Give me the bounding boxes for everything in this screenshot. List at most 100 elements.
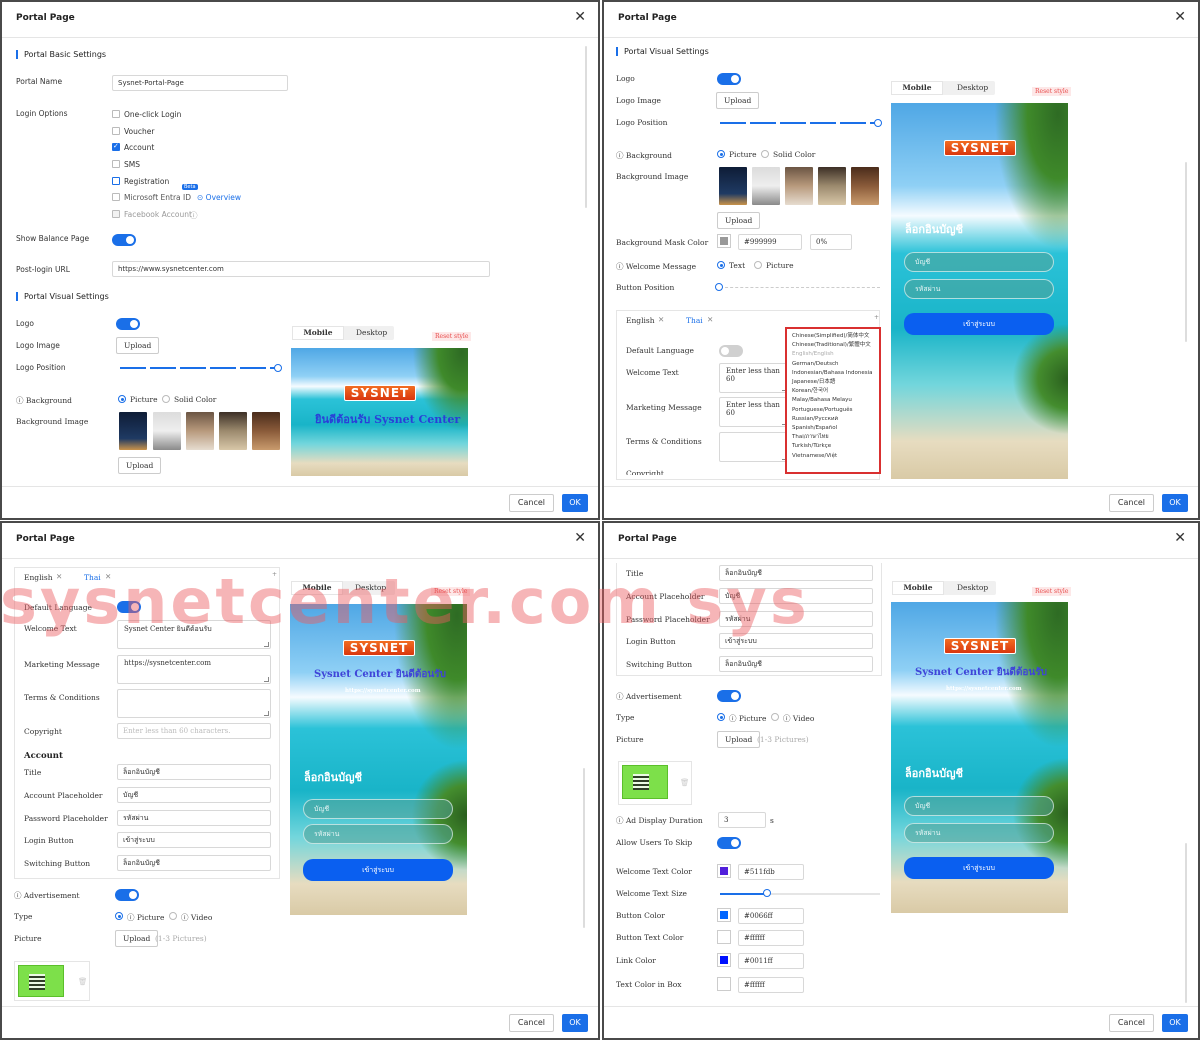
logo-upload-button[interactable]: Upload — [716, 92, 760, 109]
bg-thumb-5[interactable] — [851, 167, 879, 205]
slider-knob[interactable] — [874, 119, 882, 127]
reset-style-link[interactable]: Reset style — [431, 587, 471, 596]
terms-input[interactable] — [719, 432, 789, 462]
switching-button-input[interactable]: ล็อกอินบัญชี — [719, 656, 873, 672]
checkbox-account[interactable] — [112, 142, 120, 151]
add-icon[interactable]: + — [874, 314, 879, 321]
button-color-input[interactable]: #0066ff — [738, 908, 804, 924]
button-color-swatch[interactable] — [717, 908, 731, 922]
slider-knob[interactable] — [274, 364, 282, 372]
reset-style-link[interactable]: Reset style — [432, 332, 472, 341]
scrollbar[interactable] — [583, 768, 585, 928]
dropdown-option[interactable]: Portuguese/Português — [792, 406, 874, 415]
bg-thumb-2[interactable] — [752, 167, 780, 205]
mask-color-swatch[interactable] — [717, 234, 731, 248]
radio-text[interactable] — [717, 261, 725, 269]
bg-thumb-3[interactable] — [785, 167, 813, 205]
checkbox-sms[interactable] — [112, 160, 120, 168]
close-icon[interactable]: ✕ — [707, 315, 713, 324]
tab-english[interactable]: English — [24, 573, 53, 582]
text-color-box-swatch[interactable] — [717, 977, 731, 991]
radio-solid-color[interactable] — [162, 395, 170, 403]
password-placeholder-input[interactable]: รหัสผ่าน — [117, 810, 271, 826]
checkbox-registration[interactable] — [112, 177, 120, 185]
account-placeholder-input[interactable]: บัญชี — [719, 588, 873, 604]
tab-desktop[interactable]: Desktop — [957, 83, 988, 92]
ad-duration-input[interactable]: 3 — [718, 812, 766, 828]
bg-thumb-3[interactable] — [186, 412, 214, 450]
button-text-color-swatch[interactable] — [717, 930, 731, 944]
tab-mobile[interactable]: Mobile — [892, 581, 944, 595]
logo-position-slider[interactable] — [120, 364, 282, 372]
close-icon[interactable]: ✕ — [105, 572, 111, 581]
cancel-button[interactable]: Cancel — [508, 1014, 554, 1032]
logo-toggle[interactable] — [116, 318, 140, 330]
advertisement-toggle[interactable] — [717, 690, 741, 702]
close-icon[interactable]: ✕ — [574, 10, 586, 24]
close-icon[interactable]: ✕ — [1174, 531, 1186, 545]
slider-knob[interactable] — [763, 889, 771, 897]
dropdown-option[interactable]: Thai/ภาษาไทย — [792, 433, 874, 442]
tab-desktop[interactable]: Desktop — [356, 328, 387, 337]
radio-ad-video[interactable] — [169, 912, 177, 920]
bg-thumb-1[interactable] — [719, 167, 747, 205]
text-color-box-input[interactable]: #ffffff — [738, 977, 804, 993]
switching-button-input[interactable]: ล็อกอินบัญชี — [117, 855, 271, 871]
ad-upload-button[interactable]: Upload — [115, 930, 159, 947]
link-color-swatch[interactable] — [717, 953, 731, 967]
advertisement-toggle[interactable] — [115, 889, 139, 901]
post-login-input[interactable]: https://www.sysnetcenter.com — [112, 261, 490, 277]
add-icon[interactable]: + — [272, 571, 277, 578]
radio-picture-welcome[interactable] — [754, 261, 762, 269]
button-position-slider[interactable] — [720, 287, 880, 288]
tab-thai[interactable]: Thai — [686, 316, 703, 325]
ok-button[interactable]: OK — [1162, 1014, 1188, 1032]
reset-style-link[interactable]: Reset style — [1032, 87, 1072, 96]
radio-ad-video[interactable] — [771, 713, 779, 721]
bg-upload-button[interactable]: Upload — [118, 457, 162, 474]
cancel-button[interactable]: Cancel — [508, 494, 554, 512]
tab-desktop[interactable]: Desktop — [957, 583, 988, 592]
ok-button[interactable]: OK — [562, 494, 588, 512]
dropdown-option[interactable]: Vietnamese/Việt — [792, 452, 874, 461]
tab-english[interactable]: English — [626, 316, 655, 325]
dropdown-option[interactable]: Russian/Русский — [792, 415, 874, 424]
marketing-input[interactable]: Enter less than 60 — [719, 397, 789, 427]
ad-upload-button[interactable]: Upload — [717, 731, 761, 748]
button-text-color-input[interactable]: #ffffff — [738, 930, 804, 946]
checkbox-one-click[interactable] — [112, 110, 120, 118]
portal-name-input[interactable]: Sysnet-Portal-Page — [112, 75, 288, 91]
tab-mobile[interactable]: Mobile — [891, 81, 943, 95]
bg-thumb-4[interactable] — [818, 167, 846, 205]
overview-link[interactable]: ⊙ Overview — [197, 193, 241, 202]
show-balance-toggle[interactable] — [112, 234, 136, 246]
bg-thumb-2[interactable] — [153, 412, 181, 450]
dropdown-option[interactable]: Turkish/Türkçe — [792, 442, 874, 451]
copyright-input[interactable]: Enter less than 60 characters. — [117, 723, 271, 739]
dropdown-option[interactable]: Chinese(Simplified)/简体中文 — [792, 332, 874, 341]
welcome-color-input[interactable]: #511fdb — [738, 864, 804, 880]
ok-button[interactable]: OK — [1162, 494, 1188, 512]
radio-picture[interactable] — [118, 395, 126, 403]
reset-style-link[interactable]: Reset style — [1032, 587, 1072, 596]
password-placeholder-input[interactable]: รหัสผ่าน — [719, 611, 873, 627]
close-icon[interactable]: ✕ — [1174, 10, 1186, 24]
logo-toggle[interactable] — [717, 73, 741, 85]
dropdown-option[interactable]: English/English — [792, 350, 874, 359]
scrollbar[interactable] — [1185, 843, 1187, 1003]
title-input[interactable]: ล็อกอินบัญชี — [117, 764, 271, 780]
scrollbar[interactable] — [1185, 162, 1187, 342]
close-icon[interactable]: ✕ — [56, 572, 62, 581]
bg-thumb-1[interactable] — [119, 412, 147, 450]
radio-solid-color[interactable] — [761, 150, 769, 158]
mask-color-input[interactable]: #999999 — [738, 234, 802, 250]
login-button-input[interactable]: เข้าสู่ระบบ — [719, 633, 873, 649]
login-button-input[interactable]: เข้าสู่ระบบ — [117, 832, 271, 848]
radio-ad-picture[interactable] — [717, 713, 725, 721]
checkbox-entra[interactable] — [112, 193, 120, 201]
dropdown-option[interactable]: German/Deutsch — [792, 360, 874, 369]
mask-opacity-input[interactable]: 0% — [810, 234, 852, 250]
title-input[interactable]: ล็อกอินบัญชี — [719, 565, 873, 581]
radio-picture[interactable] — [717, 150, 725, 158]
bg-thumb-5[interactable] — [252, 412, 280, 450]
